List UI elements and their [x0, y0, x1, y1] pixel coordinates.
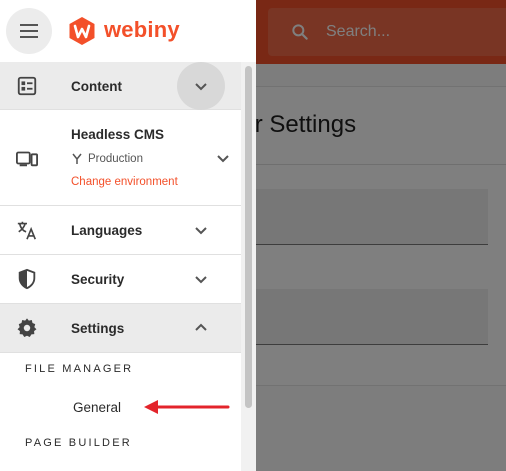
translate-icon [17, 221, 37, 240]
menu-toggle-button[interactable] [6, 8, 52, 54]
webiny-logo-icon [69, 17, 95, 45]
menu-item-headless-cms[interactable]: Headless CMS Production Change environme… [0, 110, 241, 206]
chevron-down-icon [195, 276, 207, 284]
chevron-up-icon [195, 323, 207, 331]
webiny-logo-text: webiny [104, 17, 180, 42]
submenu-item-general[interactable]: General [73, 400, 121, 415]
annotation-arrow-icon [144, 400, 230, 414]
menu-item-label: Headless CMS [71, 127, 165, 142]
menu-item-label: Settings [71, 321, 125, 336]
menu-item-label: Languages [71, 223, 143, 238]
environment-icon [72, 153, 82, 164]
drawer-scrollbar[interactable] [241, 62, 256, 471]
menu-item-label: Content [71, 79, 122, 94]
devices-icon [16, 151, 38, 167]
chevron-down-icon [195, 227, 207, 235]
environment-name: Production [88, 153, 143, 165]
menu-item-label: Security [71, 272, 125, 287]
menu-item-languages[interactable]: Languages [0, 206, 241, 255]
chevron-down-icon [195, 83, 207, 91]
menu-item-settings[interactable]: Settings [0, 304, 241, 353]
menu-item-security[interactable]: Security [0, 255, 241, 304]
content-icon [17, 76, 37, 96]
scrollbar-thumb[interactable] [245, 66, 252, 408]
menu-item-content[interactable]: Content [0, 62, 241, 110]
section-heading-page-builder: PAGE BUILDER [25, 437, 132, 449]
section-heading-file-manager: FILE MANAGER [25, 363, 134, 375]
chevron-down-icon[interactable] [215, 150, 231, 166]
drawer-header: webiny [0, 0, 256, 62]
shield-icon [18, 268, 36, 290]
gear-icon [17, 318, 37, 337]
change-environment-link[interactable]: Change environment [71, 176, 178, 188]
